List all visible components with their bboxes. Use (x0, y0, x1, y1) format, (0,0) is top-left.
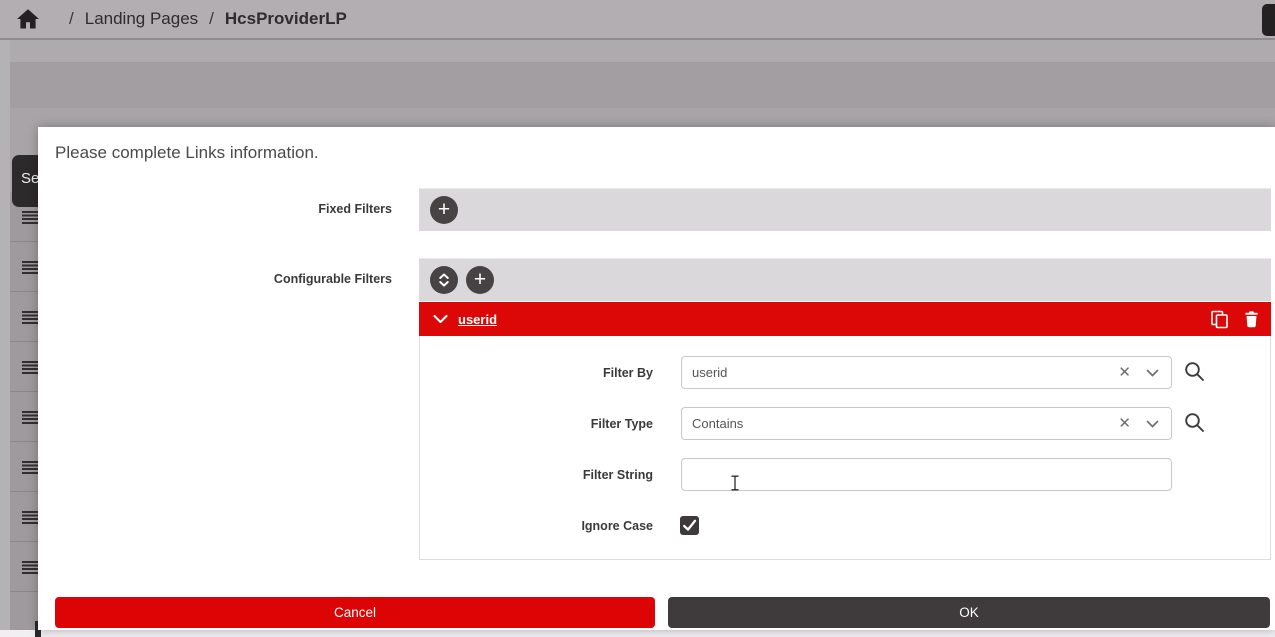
links-information-dialog: Please complete Links information. Fixed… (38, 127, 1275, 630)
reorder-filters-button[interactable] (430, 266, 458, 294)
chevron-down-icon[interactable] (433, 314, 448, 324)
screen: / Landing Pages / HcsProviderLP Se Pleas… (0, 0, 1275, 637)
drag-handle-icon (22, 211, 38, 224)
filter-type-combobox: ✕ (681, 407, 1172, 440)
home-icon[interactable] (16, 8, 40, 30)
list-item (10, 292, 38, 342)
clipboard-icon[interactable] (1262, 4, 1275, 36)
breadcrumb-separator: / (209, 9, 214, 29)
trash-icon[interactable] (1244, 311, 1259, 328)
ignore-case-label: Ignore Case (38, 519, 653, 533)
list-item (10, 342, 38, 392)
breadcrumb-separator: / (69, 9, 74, 29)
fixed-filters-label: Fixed Filters (38, 202, 392, 216)
drag-handle-icon (22, 311, 38, 324)
breadcrumb-section[interactable]: Landing Pages (85, 9, 198, 29)
chevron-down-icon[interactable] (1146, 369, 1159, 377)
filter-by-label: Filter By (38, 366, 653, 380)
ignore-case-checkbox[interactable] (680, 516, 699, 535)
background-band (0, 62, 1275, 108)
list-item (10, 242, 38, 292)
drag-handle-icon (22, 511, 38, 524)
list-item (10, 492, 38, 542)
clear-icon[interactable]: ✕ (1118, 416, 1131, 431)
background-band (0, 40, 1275, 62)
fixed-filters-bar: + (419, 188, 1271, 231)
search-icon[interactable] (1184, 361, 1205, 382)
filter-string-label: Filter String (38, 468, 653, 482)
filter-type-label: Filter Type (38, 417, 653, 431)
drag-handle-icon (22, 461, 38, 474)
ok-button[interactable]: OK (668, 597, 1270, 628)
filter-string-input[interactable] (681, 458, 1172, 491)
breadcrumb-current-page: HcsProviderLP (225, 9, 347, 29)
section-tooltip-label: Se (21, 170, 39, 187)
list-item (10, 442, 38, 492)
configurable-filters-label: Configurable Filters (38, 272, 392, 286)
cancel-button[interactable]: Cancel (55, 597, 655, 628)
clear-icon[interactable]: ✕ (1118, 365, 1131, 380)
filter-item-header: userid (419, 302, 1271, 336)
drag-handle-icon (22, 361, 38, 374)
add-configurable-filter-button[interactable]: + (466, 266, 494, 294)
list-item (10, 542, 38, 592)
background-list (10, 192, 38, 637)
chevron-down-icon[interactable] (1146, 420, 1159, 428)
drag-handle-icon (22, 411, 38, 424)
top-navigation-bar: / Landing Pages / HcsProviderLP (0, 0, 1275, 40)
copy-icon[interactable] (1210, 310, 1229, 329)
filter-type-input[interactable] (682, 408, 1118, 439)
list-item (10, 392, 38, 442)
dialog-title: Please complete Links information. (55, 143, 319, 163)
filter-by-input[interactable] (682, 357, 1118, 388)
text-cursor (730, 475, 740, 496)
filter-item-name[interactable]: userid (458, 312, 497, 327)
bottom-strip (0, 630, 1275, 637)
sort-arrows-icon (437, 272, 451, 288)
drag-handle-icon (22, 561, 38, 574)
background-left-strip (0, 40, 10, 637)
add-fixed-filter-button[interactable]: + (430, 196, 458, 224)
search-icon[interactable] (1184, 412, 1205, 433)
plus-icon: + (438, 199, 450, 220)
configurable-filters-bar: + (419, 258, 1271, 301)
plus-icon: + (474, 269, 486, 290)
checkmark-icon (682, 519, 697, 532)
drag-handle-icon (22, 261, 38, 274)
filter-by-combobox: ✕ (681, 356, 1172, 389)
